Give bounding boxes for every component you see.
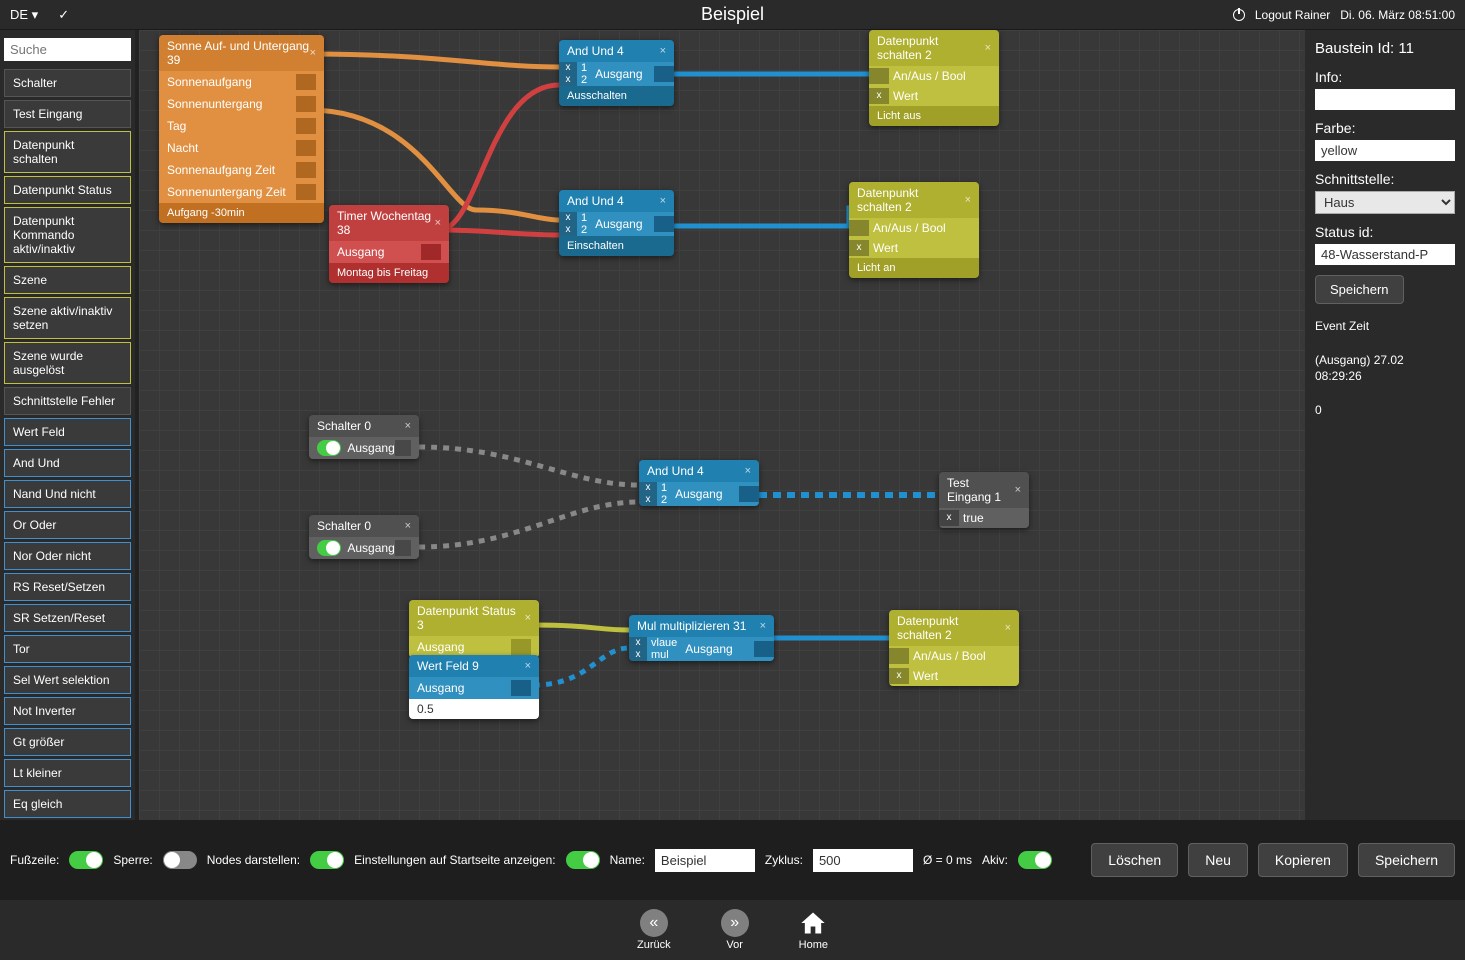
back-icon: « — [640, 909, 668, 937]
node-dpstatus[interactable]: Datenpunkt Status 3× Ausgang — [409, 600, 539, 658]
sidebar-item[interactable]: Or Oder — [4, 511, 131, 539]
sidebar-item[interactable]: Datenpunkt Kommando aktiv/inaktiv — [4, 207, 131, 263]
delete-button[interactable]: Löschen — [1091, 843, 1178, 877]
sidebar-item[interactable]: Test Eingang — [4, 100, 131, 128]
zyklus-input[interactable] — [813, 849, 913, 872]
node-dp3[interactable]: Datenpunkt schalten 2× An/Aus / Bool xWe… — [889, 610, 1019, 686]
sidebar-item[interactable]: Eq gleich — [4, 790, 131, 818]
sidebar-item[interactable]: Wert Feld — [4, 418, 131, 446]
sidebar: Schalter Test Eingang Datenpunkt schalten D… — [0, 30, 135, 820]
close-icon[interactable]: × — [985, 42, 991, 54]
info-input[interactable] — [1315, 89, 1455, 110]
node-and3[interactable]: And Und 4× x1 x2 Ausgang — [639, 460, 759, 506]
toggle[interactable] — [317, 440, 341, 456]
sidebar-item[interactable]: Szene — [4, 266, 131, 294]
sidebar-item[interactable]: Schnittstelle Fehler — [4, 387, 131, 415]
new-button[interactable]: Neu — [1188, 843, 1248, 877]
status-input[interactable] — [1315, 244, 1455, 265]
fusszeile-toggle[interactable] — [69, 851, 103, 869]
node-sun[interactable]: Sonne Auf- und Untergang 39× Sonnenaufga… — [159, 35, 324, 223]
node-mul[interactable]: Mul multiplizieren 31× xvlaue xmul Ausga… — [629, 615, 774, 661]
close-icon[interactable]: × — [525, 660, 531, 672]
node-and1[interactable]: And Und 4× x1 x2 Ausgang Ausschalten — [559, 40, 674, 106]
sidebar-item[interactable]: SR Setzen/Reset — [4, 604, 131, 632]
schnittstelle-select[interactable]: Haus — [1315, 191, 1455, 214]
header: DE ▾ ✓ Beispiel Logout Rainer Di. 06. Mä… — [0, 0, 1465, 30]
close-icon[interactable]: × — [660, 195, 666, 207]
sidebar-item[interactable]: And Und — [4, 449, 131, 477]
nav-back[interactable]: « Zurück — [637, 909, 671, 951]
close-icon[interactable]: × — [660, 45, 666, 57]
save-button[interactable]: Speichern — [1315, 275, 1404, 304]
close-icon[interactable]: × — [1005, 622, 1011, 634]
sidebar-item[interactable]: Nor Oder nicht — [4, 542, 131, 570]
search-input[interactable] — [4, 38, 131, 61]
close-icon[interactable]: × — [760, 620, 766, 632]
power-icon[interactable] — [1233, 9, 1245, 21]
close-icon[interactable]: × — [435, 217, 441, 229]
close-icon[interactable]: × — [525, 612, 531, 624]
sidebar-item[interactable]: Sel Wert selektion — [4, 666, 131, 694]
farbe-input[interactable] — [1315, 140, 1455, 161]
sidebar-item[interactable]: Not Inverter — [4, 697, 131, 725]
page-title: Beispiel — [701, 4, 764, 25]
panel-title: Baustein Id: 11 — [1315, 40, 1455, 57]
sidebar-item[interactable]: Tor — [4, 635, 131, 663]
properties-panel: Baustein Id: 11 Info: Farbe: Schnittstel… — [1305, 30, 1465, 820]
close-icon[interactable]: × — [310, 47, 316, 59]
nav-home[interactable]: Home — [799, 909, 828, 951]
footer-bar: Fußzeile: Sperre: Nodes darstellen: Eins… — [0, 820, 1465, 900]
nav-forward[interactable]: » Vor — [721, 909, 749, 951]
sidebar-item[interactable]: Datenpunkt schalten — [4, 131, 131, 173]
sidebar-item[interactable]: Nand Und nicht — [4, 480, 131, 508]
datetime: Di. 06. März 08:51:00 — [1340, 8, 1455, 22]
forward-icon: » — [721, 909, 749, 937]
einstell-toggle[interactable] — [566, 851, 600, 869]
close-icon[interactable]: × — [405, 520, 411, 532]
sidebar-item[interactable]: Gt größer — [4, 728, 131, 756]
close-icon[interactable]: × — [745, 465, 751, 477]
toggle[interactable] — [317, 540, 341, 556]
sidebar-item[interactable]: Szene aktiv/inaktiv setzen — [4, 297, 131, 339]
close-icon[interactable]: × — [1015, 484, 1021, 496]
language-select[interactable]: DE ▾ — [10, 7, 38, 23]
copy-button[interactable]: Kopieren — [1258, 843, 1348, 877]
close-icon[interactable]: × — [405, 420, 411, 432]
sperre-toggle[interactable] — [163, 851, 197, 869]
node-switch2[interactable]: Schalter 0× Ausgang — [309, 515, 419, 559]
node-test[interactable]: Test Eingang 1× xtrue — [939, 472, 1029, 528]
aktiv-toggle[interactable] — [1018, 851, 1052, 869]
node-dp2[interactable]: Datenpunkt schalten 2× An/Aus / Bool xWe… — [849, 182, 979, 278]
canvas[interactable]: Sonne Auf- und Untergang 39× Sonnenaufga… — [135, 30, 1305, 820]
nodes-toggle[interactable] — [310, 851, 344, 869]
close-icon[interactable]: × — [965, 194, 971, 206]
check-icon[interactable]: ✓ — [58, 7, 69, 23]
node-wertfeld[interactable]: Wert Feld 9× Ausgang 0.5 — [409, 655, 539, 719]
node-dp1[interactable]: Datenpunkt schalten 2× An/Aus / Bool xWe… — [869, 30, 999, 126]
sidebar-item[interactable]: Szene wurde ausgelöst — [4, 342, 131, 384]
sidebar-item[interactable]: Schalter — [4, 69, 131, 97]
sidebar-item[interactable]: RS Reset/Setzen — [4, 573, 131, 601]
home-icon — [799, 909, 827, 937]
navbar: « Zurück » Vor Home — [0, 900, 1465, 960]
sidebar-item[interactable]: Datenpunkt Status — [4, 176, 131, 204]
sidebar-item[interactable]: Lt kleiner — [4, 759, 131, 787]
name-input[interactable] — [655, 849, 755, 872]
node-switch1[interactable]: Schalter 0× Ausgang — [309, 415, 419, 459]
node-and2[interactable]: And Und 4× x1 x2 Ausgang Einschalten — [559, 190, 674, 256]
logout-link[interactable]: Logout Rainer — [1255, 8, 1330, 22]
node-timer[interactable]: Timer Wochentag 38× Ausgang Montag bis F… — [329, 205, 449, 283]
save-button[interactable]: Speichern — [1358, 843, 1455, 877]
